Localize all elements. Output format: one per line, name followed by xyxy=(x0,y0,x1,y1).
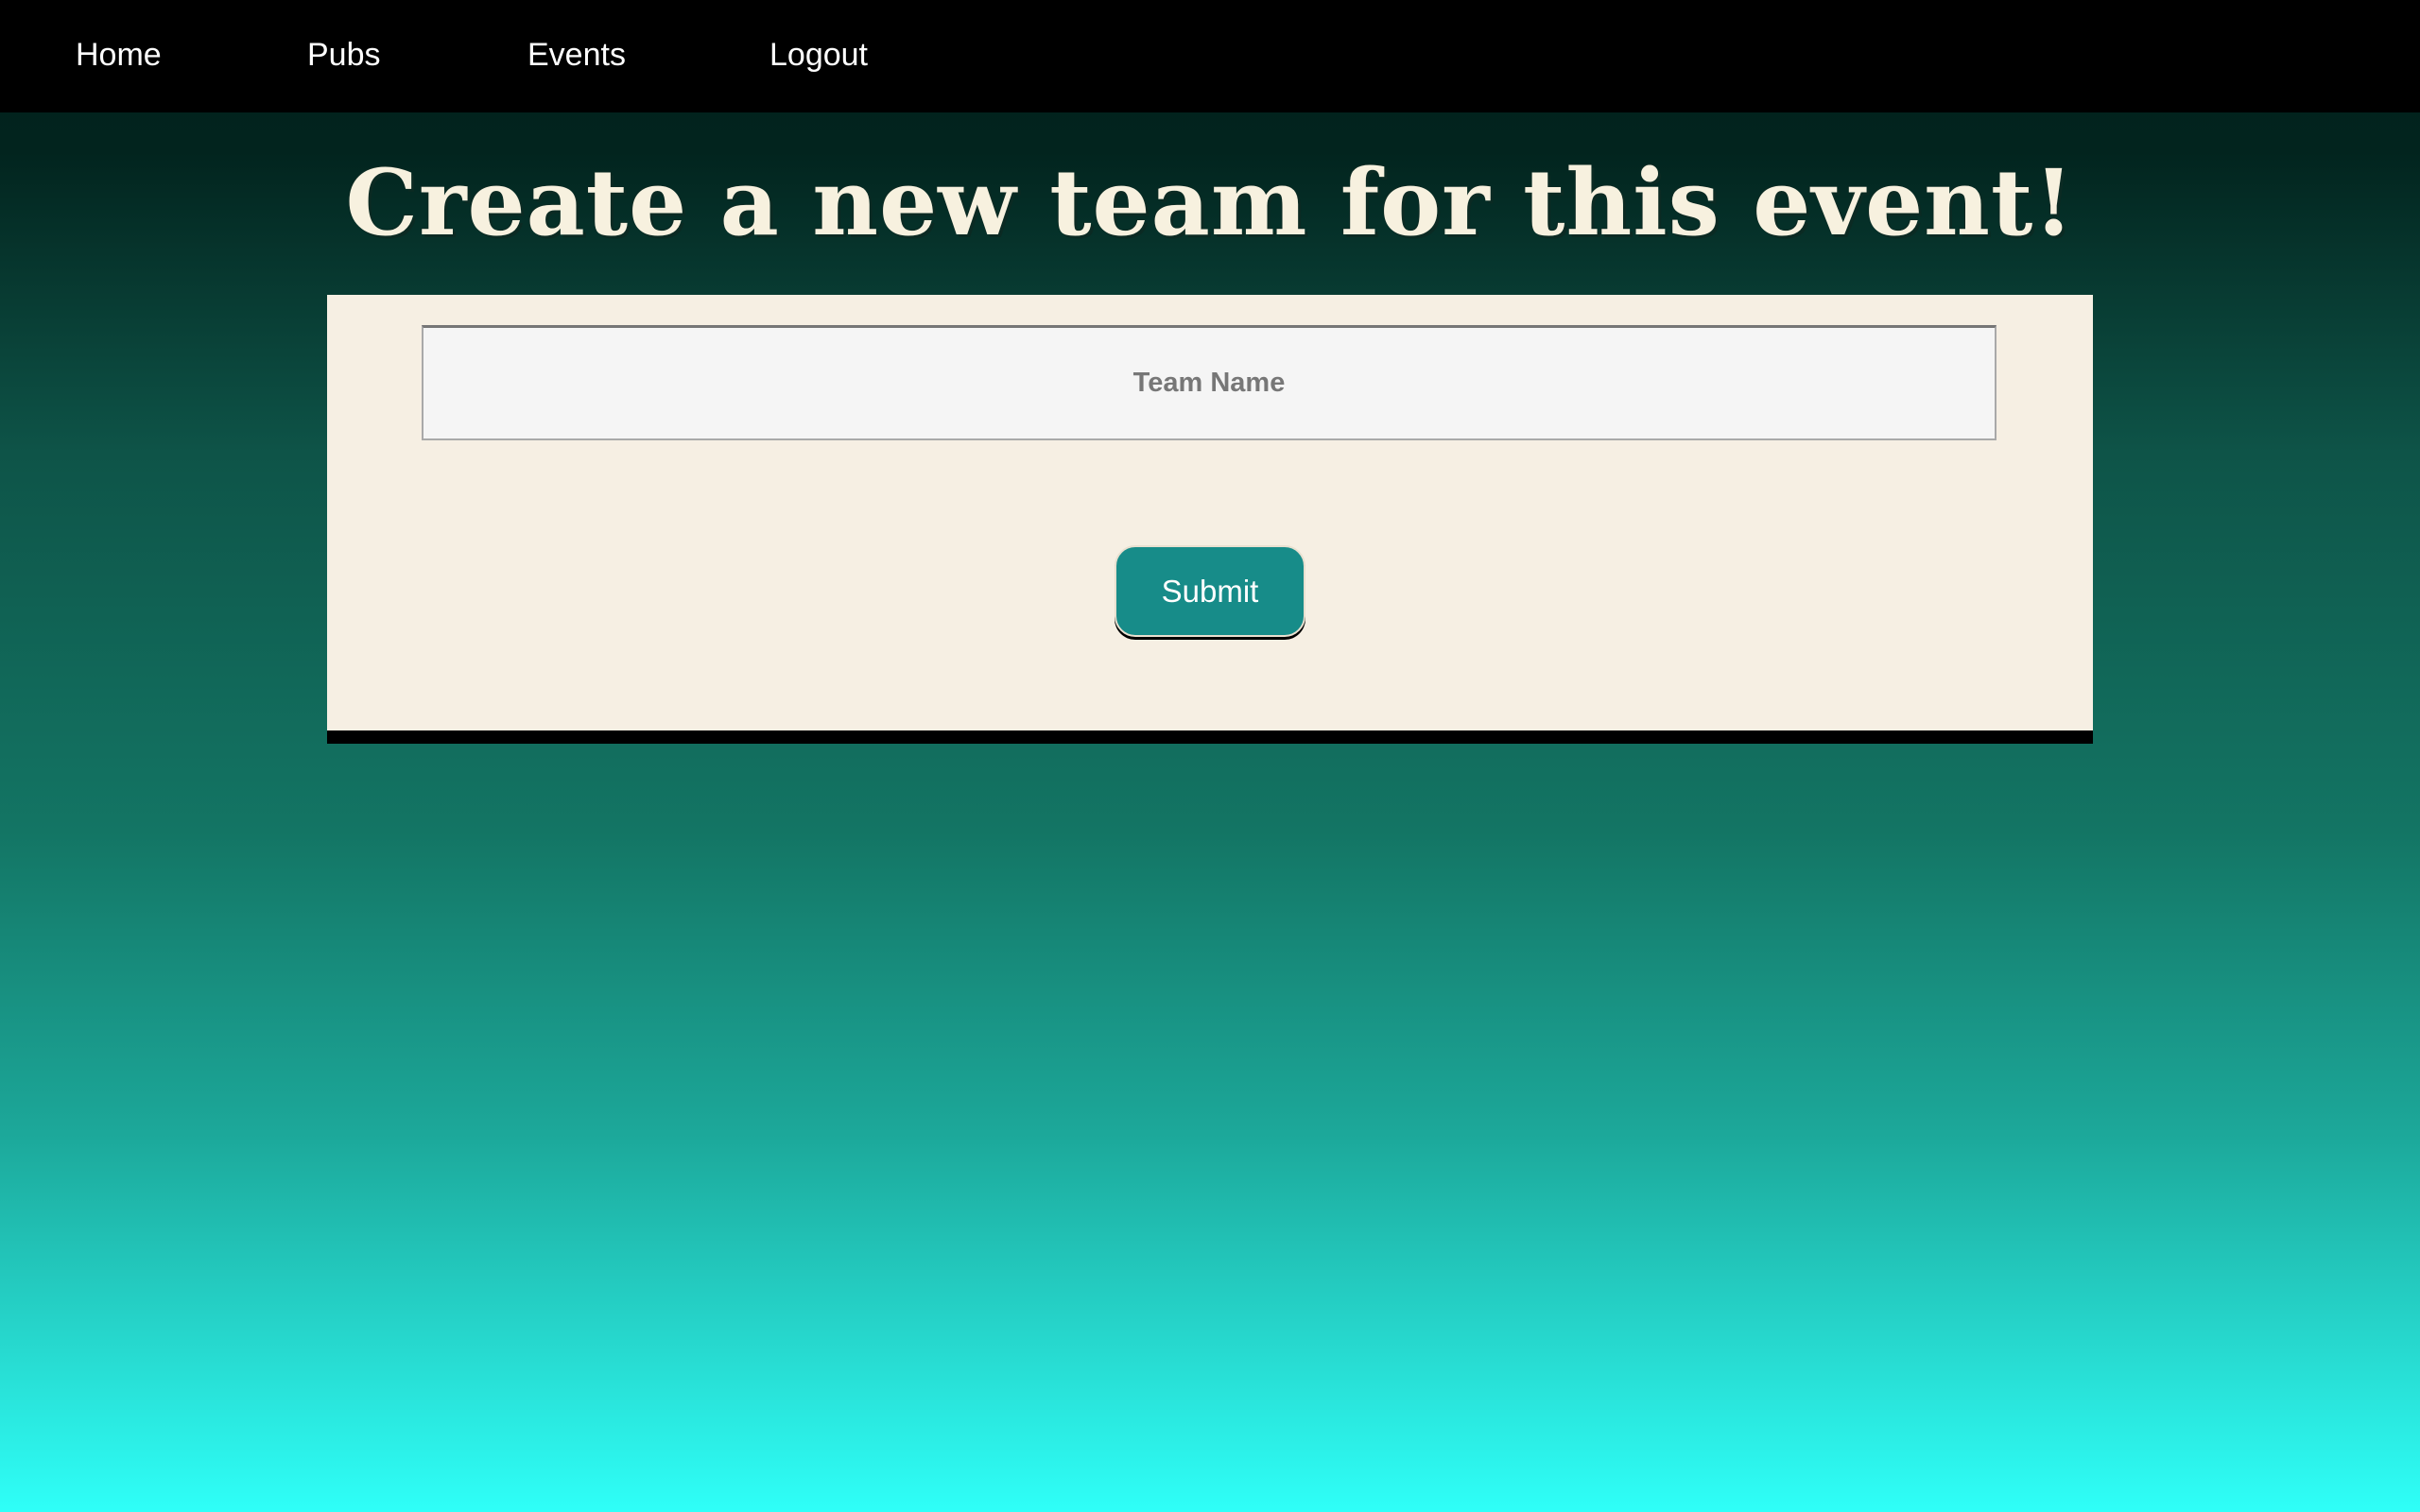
nav-pubs-link[interactable]: Pubs xyxy=(307,36,381,74)
top-navbar: Home Pubs Events Logout xyxy=(0,0,2420,112)
team-name-input[interactable] xyxy=(422,325,1996,440)
nav-logout-link[interactable]: Logout xyxy=(769,36,868,74)
create-team-form: Submit xyxy=(327,295,2093,744)
nav-home-link[interactable]: Home xyxy=(76,36,162,74)
nav-events-link[interactable]: Events xyxy=(527,36,626,74)
page-title: Create a new team for this event! xyxy=(345,149,2075,256)
submit-button[interactable]: Submit xyxy=(1115,545,1305,637)
